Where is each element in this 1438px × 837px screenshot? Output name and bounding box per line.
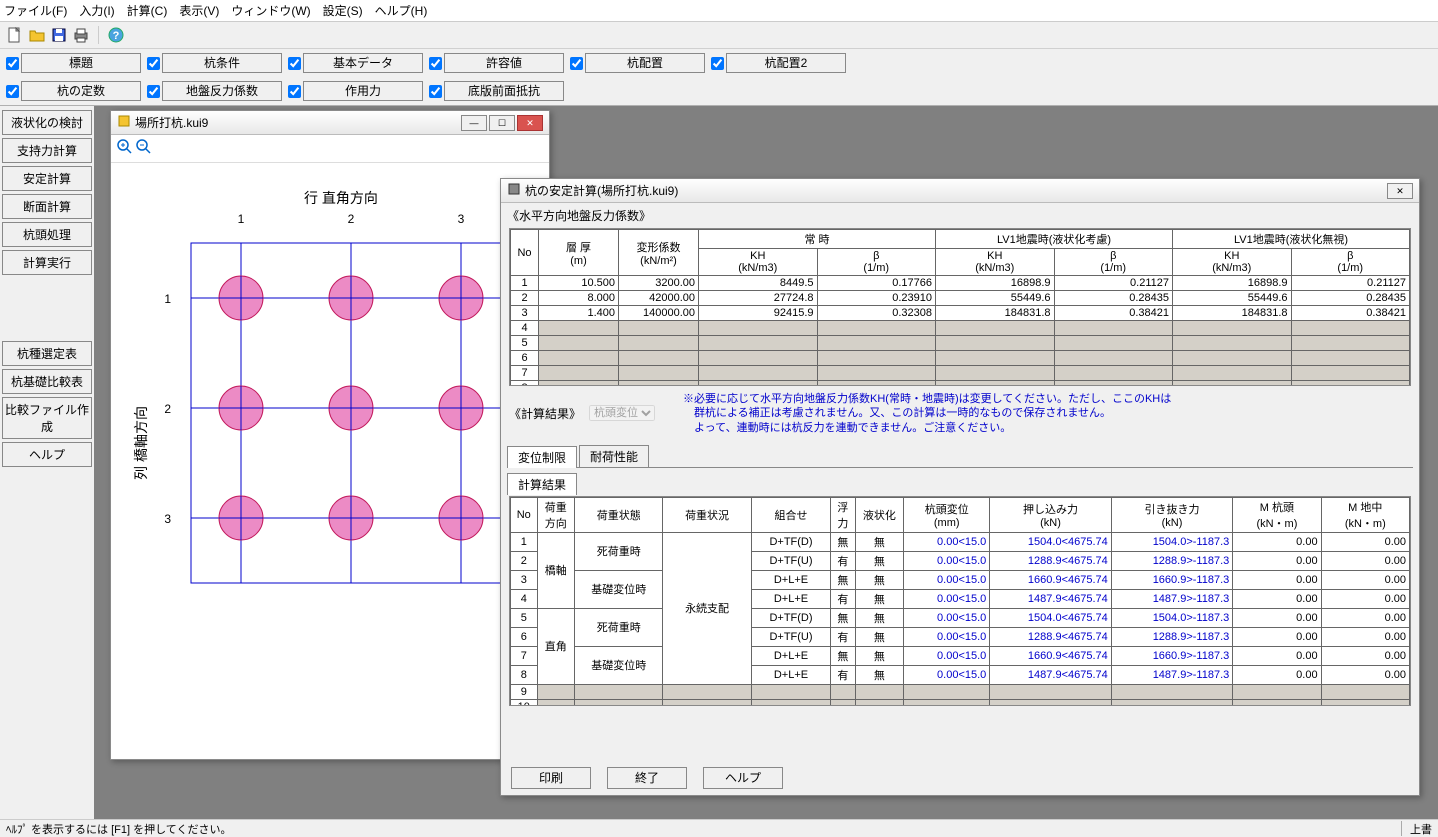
chk-bottom-resist[interactable] — [429, 85, 442, 98]
menu-bar: ファイル(F) 入力(I) 計算(C) 表示(V) ウィンドウ(W) 設定(S)… — [0, 0, 1438, 22]
new-file-icon[interactable] — [6, 26, 24, 44]
pile-maximize-button[interactable]: ☐ — [489, 115, 515, 131]
table-row: 5直角死荷重時D+TF(D)無無0.00<15.01504.0<4675.741… — [511, 608, 1410, 627]
pile-minimize-button[interactable]: — — [461, 115, 487, 131]
status-right: 上書 — [1401, 821, 1432, 836]
table-row: 1橋軸死荷重時永続支配D+TF(D)無無0.00<15.01504.0<4675… — [511, 532, 1410, 551]
chk-ground-coef[interactable] — [147, 85, 160, 98]
btn-bottom-resist[interactable]: 底版前面抵抗 — [444, 81, 564, 101]
result-tabs: 変位制限 耐荷性能 — [507, 445, 1413, 468]
menu-view[interactable]: 表示(V) — [179, 2, 219, 19]
pile-layout-canvas: 行 直角方向 列 橋軸方向 1 2 3 1 2 3 — [111, 163, 549, 743]
side-head[interactable]: 杭頭処理 — [2, 222, 92, 247]
menu-settings[interactable]: 設定(S) — [323, 2, 363, 19]
chk-pile-layout[interactable] — [570, 57, 583, 70]
anz-close-button[interactable]: ✕ — [1387, 183, 1413, 199]
col-axis-label: 行 直角方向 — [304, 190, 378, 206]
menu-window[interactable]: ウィンドウ(W) — [231, 2, 310, 19]
chk-basic-data[interactable] — [288, 57, 301, 70]
sec1-title: 《水平方向地盤反力係数》 — [501, 203, 1419, 228]
btn-ground-coef[interactable]: 地盤反力係数 — [162, 81, 282, 101]
print-icon[interactable] — [72, 26, 90, 44]
note-text: ※必要に応じて水平方向地盤反力係数KH(常時・地震時)は変更してください。ただし… — [663, 390, 1411, 437]
help-icon[interactable]: ? — [107, 26, 125, 44]
side-help[interactable]: ヘルプ — [2, 442, 92, 467]
side-type[interactable]: 杭種選定表 — [2, 341, 92, 366]
menu-file[interactable]: ファイル(F) — [4, 2, 67, 19]
menu-input[interactable]: 入力(I) — [79, 2, 114, 19]
displacement-select[interactable]: 杭頭変位 — [589, 405, 655, 421]
pile-layout-window: 場所打杭.kui9 — ☐ ✕ 行 直角方向 列 橋軸方向 1 2 — [110, 110, 550, 760]
chk-force[interactable] — [288, 85, 301, 98]
side-panel: 液状化の検討 支持力計算 安定計算 断面計算 杭頭処理 計算実行 杭種選定表 杭… — [0, 106, 94, 831]
stability-calc-window: 杭の安定計算(場所打杭.kui9) ✕ 《水平方向地盤反力係数》 No 層 厚 … — [500, 178, 1420, 796]
svg-text:?: ? — [113, 30, 120, 42]
icon-toolbar: ? — [0, 22, 1438, 49]
pile-close-button[interactable]: ✕ — [517, 115, 543, 131]
anz-window-icon — [507, 182, 521, 199]
open-file-icon[interactable] — [28, 26, 46, 44]
table-row: 9 — [511, 684, 1410, 699]
pile-window-title: 場所打杭.kui9 — [135, 114, 208, 131]
btn-force[interactable]: 作用力 — [303, 81, 423, 101]
mdi-area: 液状化の検討 支持力計算 安定計算 断面計算 杭頭処理 計算実行 杭種選定表 杭… — [0, 106, 1438, 831]
tab-displacement-limit[interactable]: 変位制限 — [507, 446, 577, 468]
results-table-wrap[interactable]: No 荷重 方向 荷重状態 荷重状況 組合せ 浮 力 液状化 杭頭変位 (mm)… — [509, 496, 1411, 706]
btn-allowable[interactable]: 許容値 — [444, 53, 564, 73]
print-button[interactable]: 印刷 — [511, 767, 591, 789]
check-toolbar-2: 杭の定数 地盤反力係数 作用力 底版前面抵抗 — [0, 77, 1438, 106]
side-liq[interactable]: 液状化の検討 — [2, 110, 92, 135]
table-row: 10 — [511, 699, 1410, 706]
btn-pile-layout[interactable]: 杭配置 — [585, 53, 705, 73]
btn-basic-data[interactable]: 基本データ — [303, 53, 423, 73]
side-bear[interactable]: 支持力計算 — [2, 138, 92, 163]
chk-pile-cond[interactable] — [147, 57, 160, 70]
svg-text:2: 2 — [164, 402, 171, 416]
anz-window-titlebar[interactable]: 杭の安定計算(場所打杭.kui9) ✕ — [501, 179, 1419, 203]
side-exec[interactable]: 計算実行 — [2, 250, 92, 275]
close-button[interactable]: 終了 — [607, 767, 687, 789]
btn-title[interactable]: 標題 — [21, 53, 141, 73]
side-stab[interactable]: 安定計算 — [2, 166, 92, 191]
side-cmpfile[interactable]: 比較ファイル作成 — [2, 397, 92, 439]
zoom-out-icon[interactable] — [136, 144, 152, 158]
chk-pile-const[interactable] — [6, 85, 19, 98]
svg-text:1: 1 — [164, 292, 171, 306]
results-table: No 荷重 方向 荷重状態 荷重状況 組合せ 浮 力 液状化 杭頭変位 (mm)… — [510, 497, 1410, 706]
coefficient-table: No 層 厚 (m) 変形係数 (kN/m²) 常 時 LV1地震時(液状化考慮… — [510, 229, 1410, 386]
table-row: 3基礎変位時D+L+E無無0.00<15.01660.9<4675.741660… — [511, 570, 1410, 589]
zoom-in-icon[interactable] — [117, 144, 136, 158]
check-toolbar-1: 標題 杭条件 基本データ 許容値 杭配置 杭配置2 — [0, 49, 1438, 77]
table-row: 7基礎変位時D+L+E無無0.00<15.01660.9<4675.741660… — [511, 646, 1410, 665]
pile-window-icon — [117, 114, 131, 131]
btn-pile-cond[interactable]: 杭条件 — [162, 53, 282, 73]
side-sect[interactable]: 断面計算 — [2, 194, 92, 219]
menu-calc[interactable]: 計算(C) — [127, 2, 168, 19]
row-axis-label: 列 橋軸方向 — [133, 406, 149, 480]
svg-text:1: 1 — [238, 212, 245, 226]
coefficient-table-wrap[interactable]: No 層 厚 (m) 変形係数 (kN/m²) 常 時 LV1地震時(液状化考慮… — [509, 228, 1411, 386]
btn-pile-layout2[interactable]: 杭配置2 — [726, 53, 846, 73]
chk-pile-layout2[interactable] — [711, 57, 724, 70]
status-left: ﾍﾙﾌﾟ を表示するには [F1] を押してください。 — [6, 821, 231, 836]
sec2-title: 《計算結果》 — [509, 405, 581, 422]
pile-window-titlebar[interactable]: 場所打杭.kui9 — ☐ ✕ — [111, 111, 549, 135]
tab-load-performance[interactable]: 耐荷性能 — [579, 445, 649, 467]
menu-help[interactable]: ヘルプ(H) — [375, 2, 428, 19]
help-button[interactable]: ヘルプ — [703, 767, 783, 789]
btn-pile-const[interactable]: 杭の定数 — [21, 81, 141, 101]
chk-allowable[interactable] — [429, 57, 442, 70]
dialog-buttons: 印刷 終了 ヘルプ — [511, 767, 783, 789]
svg-text:2: 2 — [348, 212, 355, 226]
anz-window-title: 杭の安定計算(場所打杭.kui9) — [525, 182, 678, 199]
status-bar: ﾍﾙﾌﾟ を表示するには [F1] を押してください。 上書 — [0, 819, 1438, 837]
svg-text:3: 3 — [164, 512, 171, 526]
svg-text:3: 3 — [458, 212, 465, 226]
save-icon[interactable] — [50, 26, 68, 44]
chk-title[interactable] — [6, 57, 19, 70]
sub-tab-results[interactable]: 計算結果 — [507, 473, 577, 495]
side-comp[interactable]: 杭基礎比較表 — [2, 369, 92, 394]
